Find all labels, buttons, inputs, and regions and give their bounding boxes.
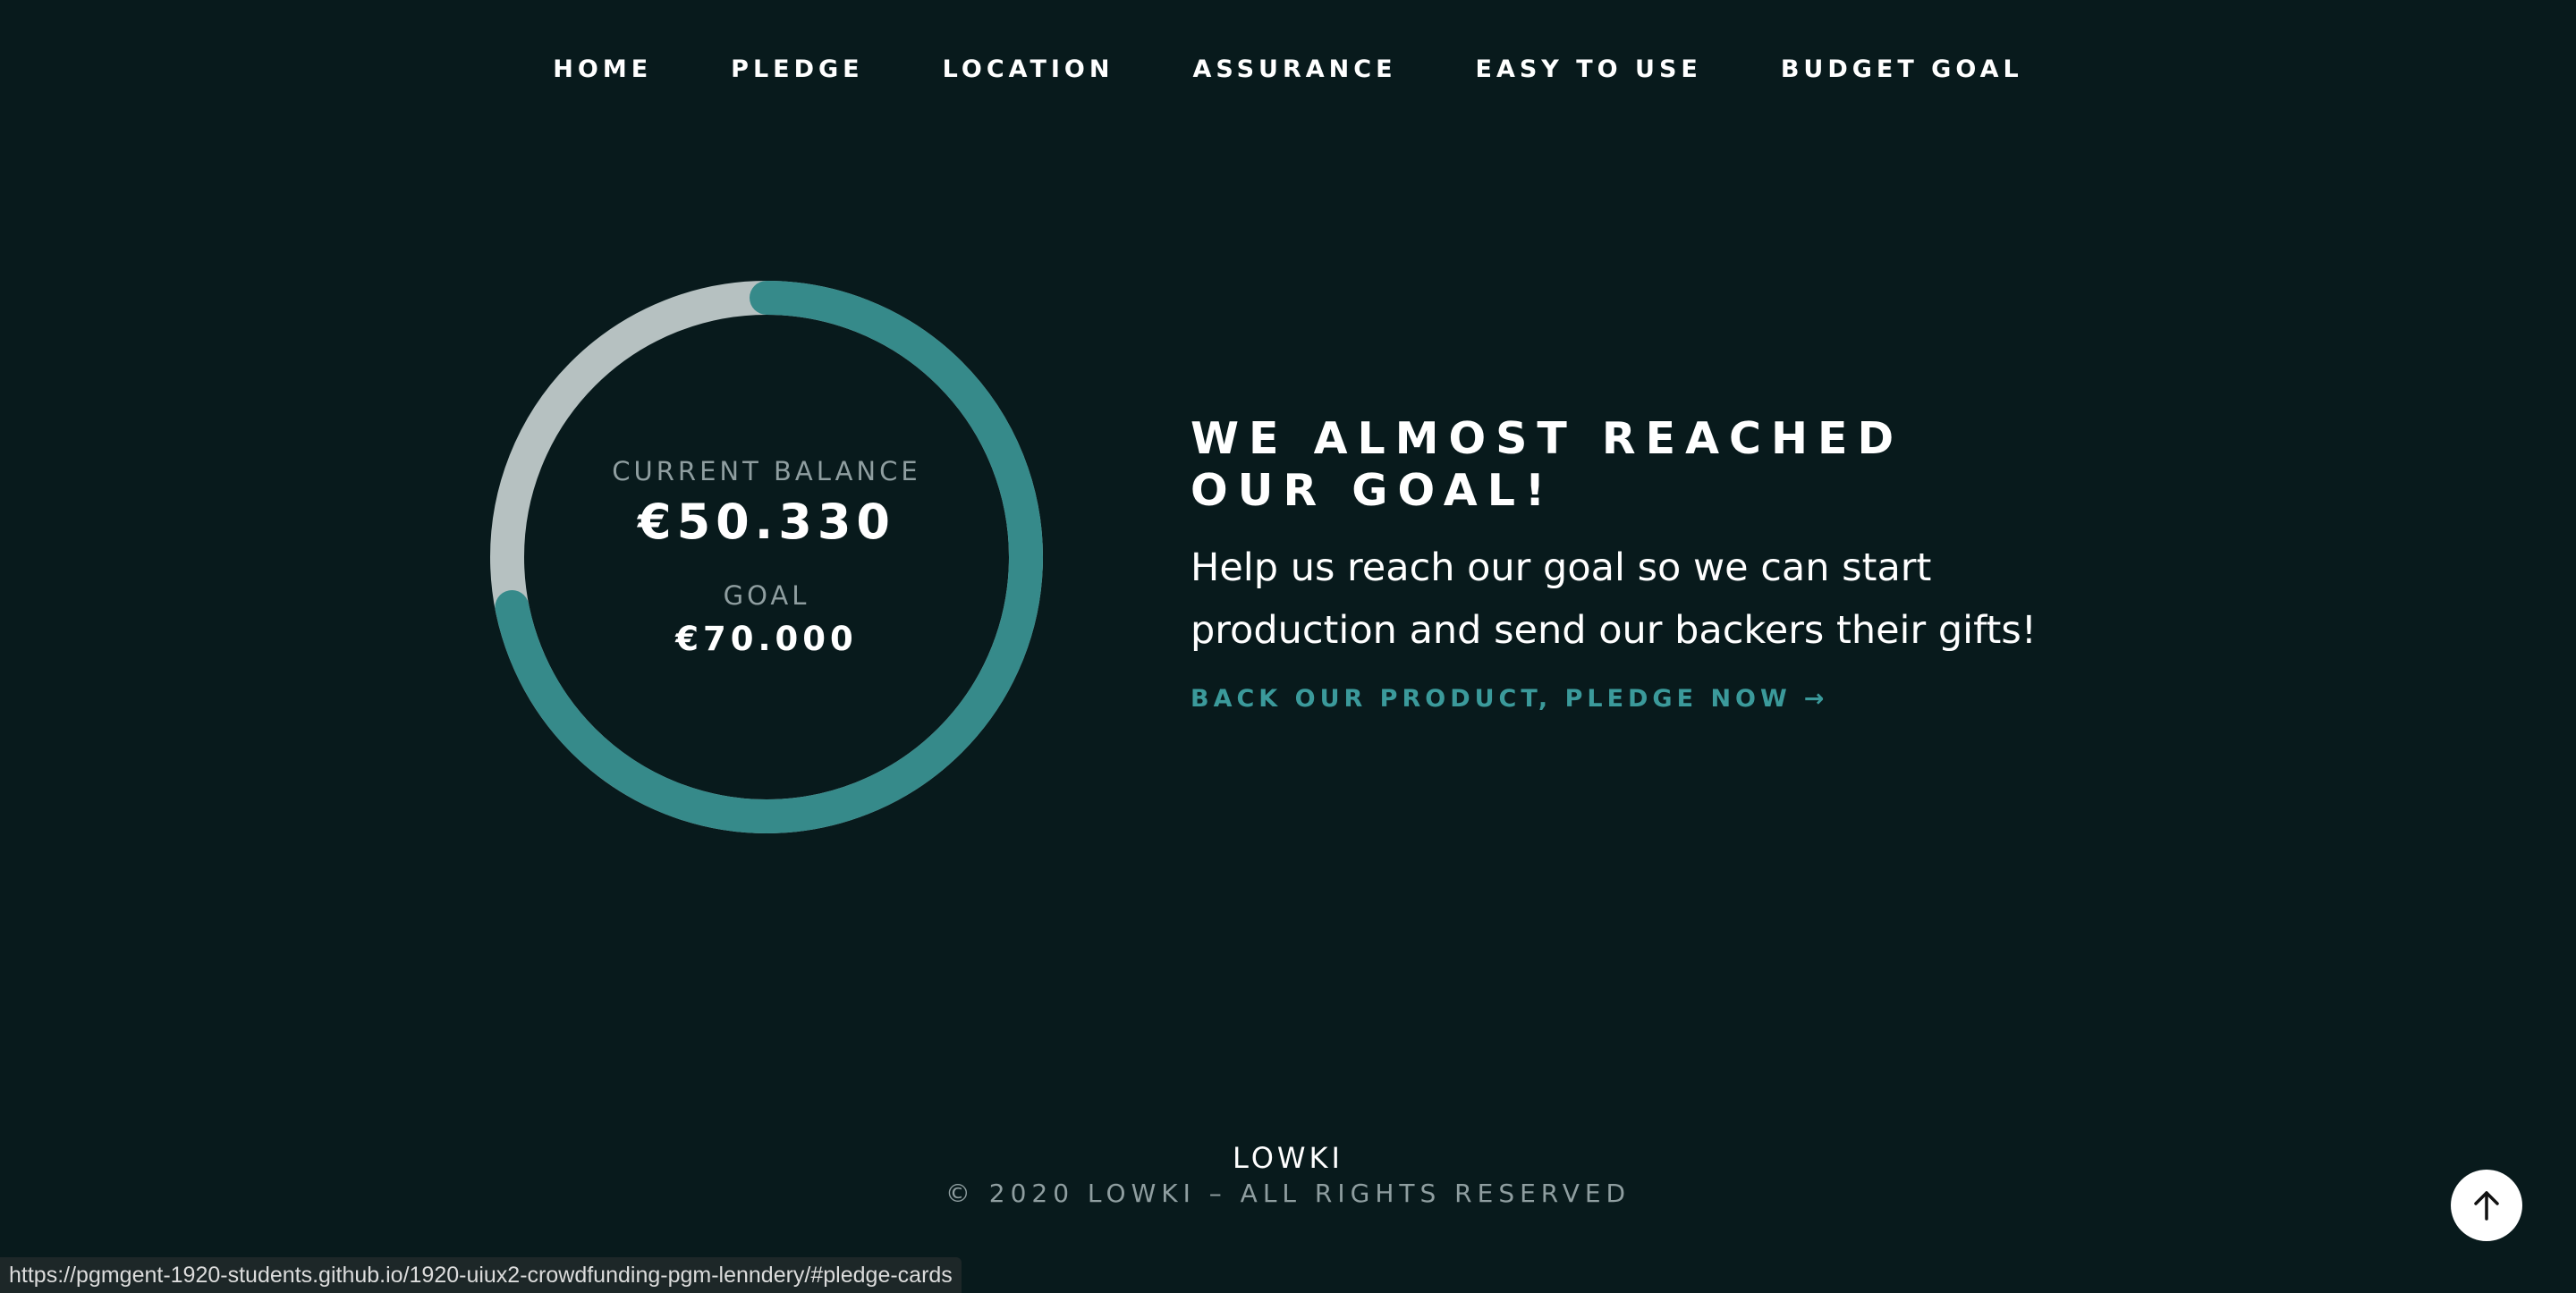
status-bar-url: https://pgmgent-1920-students.github.io/… xyxy=(0,1257,962,1293)
balance-summary: CURRENT BALANCE €50.330 GOAL €70.000 xyxy=(488,279,1045,835)
nav-home[interactable]: HOME xyxy=(553,55,652,83)
goal-label: GOAL xyxy=(723,580,810,611)
page: HOME PLEDGE LOCATION ASSURANCE EASY TO U… xyxy=(0,0,2576,1293)
goal-description: Help us reach our goal so we can start p… xyxy=(1191,545,2037,653)
budget-progress-ring: CURRENT BALANCE €50.330 GOAL €70.000 xyxy=(488,279,1045,835)
goal-value: €70.000 xyxy=(675,620,858,658)
goal-headline: WE ALMOST REACHED OUR GOAL! xyxy=(1191,413,1904,516)
copyright-text: © 2020 LOWKI – ALL RIGHTS RESERVED xyxy=(945,1179,1631,1208)
current-balance-label: CURRENT BALANCE xyxy=(612,456,921,486)
nav-pledge[interactable]: PLEDGE xyxy=(731,55,863,83)
current-balance-value: €50.330 xyxy=(638,494,895,550)
arrow-up-icon xyxy=(2474,1191,2499,1221)
main-nav: HOME PLEDGE LOCATION ASSURANCE EASY TO U… xyxy=(0,55,2576,83)
footer-logo: LOWKI xyxy=(1233,1141,1343,1175)
nav-location[interactable]: LOCATION xyxy=(943,55,1114,83)
goal-copy: WE ALMOST REACHED OUR GOAL! Help us reac… xyxy=(1191,413,2085,713)
nav-assurance[interactable]: ASSURANCE xyxy=(1192,55,1396,83)
nav-easy-to-use[interactable]: EASY TO USE xyxy=(1476,55,1702,83)
back-to-top-button[interactable] xyxy=(2451,1170,2522,1241)
arrow-right-icon: → xyxy=(1803,685,1829,713)
nav-budget-goal[interactable]: BUDGET GOAL xyxy=(1781,55,2023,83)
pledge-now-link[interactable]: BACK OUR PRODUCT, PLEDGE NOW → xyxy=(1191,685,1828,713)
pledge-now-label: BACK OUR PRODUCT, PLEDGE NOW xyxy=(1191,685,1792,713)
